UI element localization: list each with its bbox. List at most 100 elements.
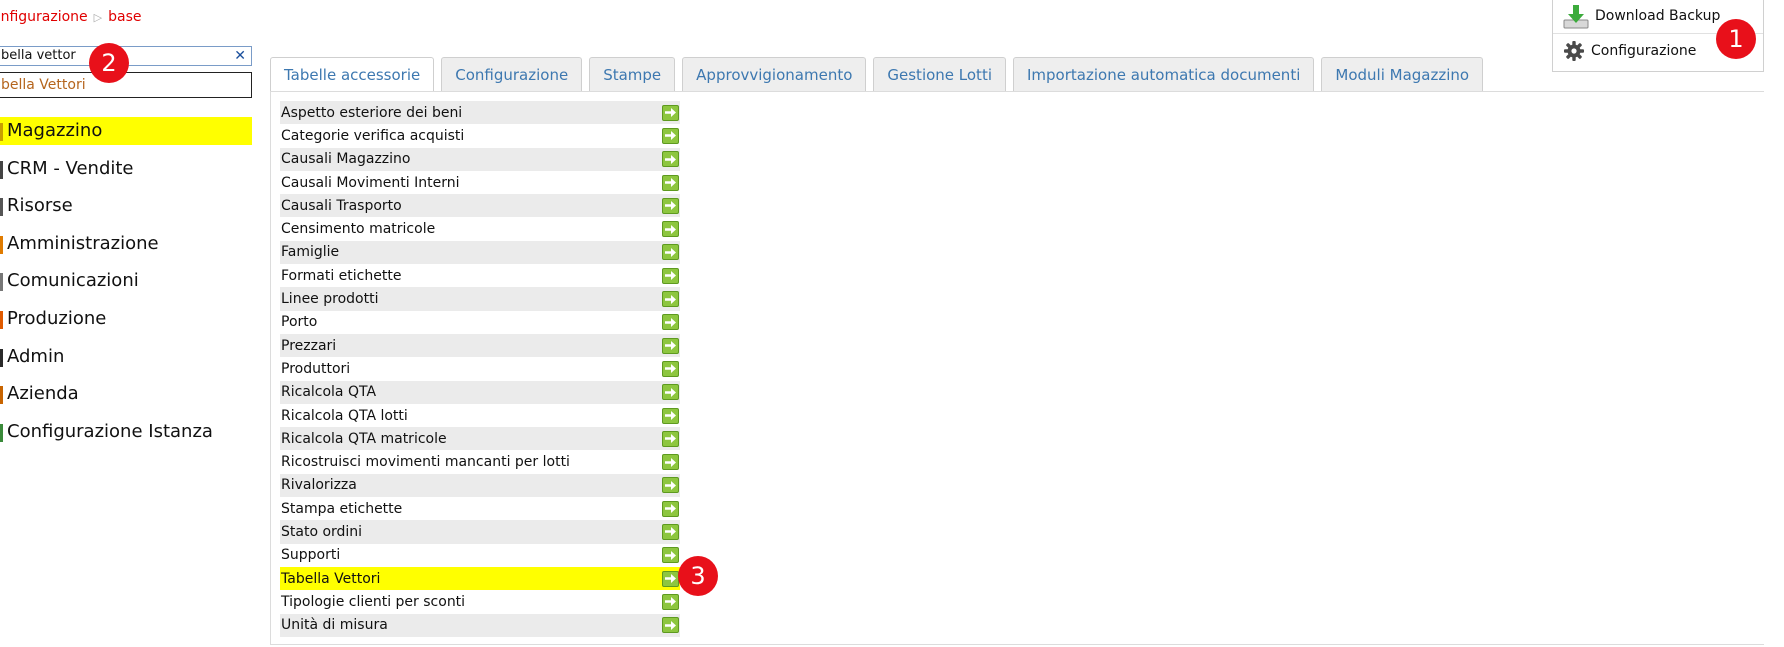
open-arrow-icon[interactable] — [662, 267, 679, 284]
table-row: Censimento matricole — [280, 217, 680, 240]
sidebar: Magazzino CRM - Vendite Risorse Amminist… — [0, 117, 252, 455]
open-arrow-icon[interactable] — [662, 384, 679, 401]
sidebar-item-comunicazioni[interactable]: Comunicazioni — [0, 267, 252, 295]
table-row: Rivalorizza — [280, 473, 680, 498]
table-row: Ricostruisci movimenti mancanti per lott… — [280, 450, 680, 473]
open-arrow-icon[interactable] — [662, 430, 679, 447]
open-arrow-icon[interactable] — [662, 454, 679, 471]
step-badge-1: 1 — [1716, 19, 1756, 59]
table-row: Stato ordini — [280, 520, 680, 544]
tab-configurazione[interactable]: Configurazione — [441, 57, 583, 91]
sidebar-marker — [0, 160, 3, 179]
tab-stampe[interactable]: Stampe — [589, 57, 676, 91]
search-suggestion[interactable]: bella Vettori — [0, 72, 252, 98]
open-arrow-icon[interactable] — [662, 547, 679, 564]
open-arrow-icon[interactable] — [662, 407, 679, 424]
row-label: Causali Movimenti Interni — [281, 174, 460, 191]
table-row: Aspetto esteriore dei beni — [280, 101, 680, 125]
sidebar-marker — [0, 235, 3, 254]
sidebar-marker — [0, 123, 3, 141]
open-arrow-icon[interactable] — [662, 337, 679, 354]
table-list: Aspetto esteriore dei beni Categorie veri… — [280, 101, 680, 637]
table-row: Causali Magazzino — [280, 147, 680, 171]
row-label: Aspetto esteriore dei beni — [281, 104, 463, 121]
download-icon — [1563, 4, 1589, 28]
search-suggestion-label: bella Vettori — [1, 77, 86, 93]
breadcrumb: onfigurazione ▷ base — [0, 9, 142, 25]
table-row: Produttori — [280, 357, 680, 380]
sidebar-marker — [0, 310, 3, 329]
open-arrow-icon[interactable] — [662, 314, 679, 331]
table-row: Unità di misura — [280, 613, 680, 637]
breadcrumb-separator-icon: ▷ — [93, 10, 103, 24]
table-row: Tabella Vettori — [280, 566, 680, 591]
row-label: Tabella Vettori — [281, 570, 381, 587]
open-arrow-icon[interactable] — [662, 197, 679, 214]
sidebar-item-label: Risorse — [7, 195, 73, 217]
row-label: Produttori — [281, 360, 351, 377]
open-arrow-icon[interactable] — [662, 151, 679, 168]
table-row: Ricalcola QTA matricole — [280, 427, 680, 451]
open-arrow-icon[interactable] — [662, 291, 679, 308]
step-badge-3: 3 — [678, 556, 718, 596]
breadcrumb-current[interactable]: base — [108, 9, 141, 25]
sidebar-item-label: Comunicazioni — [7, 270, 139, 292]
sidebar-item-amministrazione[interactable]: Amministrazione — [0, 230, 252, 258]
tab-tabelle-accessorie[interactable]: Tabelle accessorie — [270, 57, 435, 92]
sidebar-item-label: Magazzino — [7, 120, 103, 141]
row-label: Censimento matricole — [281, 221, 436, 238]
open-arrow-icon[interactable] — [662, 570, 679, 587]
menu-search-value: bella vettor — [1, 48, 76, 63]
table-row: Porto — [280, 311, 680, 334]
table-row: Ricalcola QTA lotti — [280, 404, 680, 427]
table-row: Ricalcola QTA — [280, 380, 680, 404]
configurazione-label: Configurazione — [1591, 43, 1697, 59]
tab-gestione-lotti[interactable]: Gestione Lotti — [873, 57, 1006, 91]
row-label: Ricalcola QTA matricole — [281, 430, 447, 447]
sidebar-marker — [0, 198, 3, 217]
table-row: Formati etichette — [280, 264, 680, 287]
breadcrumb-parent[interactable]: onfigurazione — [0, 9, 88, 25]
table-row: Causali Trasporto — [280, 194, 680, 218]
gear-icon — [1564, 41, 1584, 61]
tab-bar: Tabelle accessorie Configurazione Stampe… — [270, 57, 1484, 92]
open-arrow-icon[interactable] — [662, 477, 679, 494]
sidebar-item-admin[interactable]: Admin — [0, 343, 252, 371]
row-label: Formati etichette — [281, 267, 402, 284]
open-arrow-icon[interactable] — [662, 127, 679, 144]
row-label: Prezzari — [281, 337, 337, 354]
tab-approvvigionamento[interactable]: Approvvigionamento — [682, 57, 867, 91]
sidebar-item-label: CRM - Vendite — [7, 157, 134, 179]
open-arrow-icon[interactable] — [662, 244, 679, 261]
open-arrow-icon[interactable] — [662, 617, 679, 634]
open-arrow-icon[interactable] — [662, 221, 679, 238]
open-arrow-icon[interactable] — [662, 500, 679, 517]
sidebar-item-produzione[interactable]: Produzione — [0, 305, 252, 333]
row-label: Linee prodotti — [281, 291, 379, 308]
open-arrow-icon[interactable] — [662, 104, 679, 121]
open-arrow-icon[interactable] — [662, 523, 679, 540]
row-label: Causali Trasporto — [281, 197, 402, 214]
clear-search-icon[interactable]: ✕ — [234, 47, 246, 65]
sidebar-item-label: Produzione — [7, 307, 107, 329]
open-arrow-icon[interactable] — [662, 174, 679, 191]
sidebar-item-label: Amministrazione — [7, 232, 159, 254]
sidebar-item-crm-vendite[interactable]: CRM - Vendite — [0, 155, 252, 183]
table-row: Stampa etichette — [280, 497, 680, 520]
row-label: Ricalcola QTA lotti — [281, 407, 408, 424]
tab-importazione-automatica-documenti[interactable]: Importazione automatica documenti — [1013, 57, 1315, 91]
sidebar-item-risorse[interactable]: Risorse — [0, 192, 252, 220]
open-arrow-icon[interactable] — [662, 593, 679, 610]
sidebar-item-azienda[interactable]: Azienda — [0, 380, 252, 408]
open-arrow-icon[interactable] — [662, 360, 679, 377]
table-row: Categorie verifica acquisti — [280, 124, 680, 147]
row-label: Ricostruisci movimenti mancanti per lott… — [281, 454, 570, 471]
sidebar-marker — [0, 386, 3, 405]
sidebar-item-magazzino[interactable]: Magazzino — [0, 117, 252, 145]
table-row: Tipologie clienti per sconti — [280, 590, 680, 613]
table-row: Prezzari — [280, 333, 680, 358]
tab-moduli-magazzino[interactable]: Moduli Magazzino — [1321, 57, 1484, 91]
table-row: Supporti — [280, 544, 680, 567]
sidebar-item-configurazione-istanza[interactable]: Configurazione Istanza — [0, 418, 252, 446]
row-label: Stato ordini — [281, 523, 363, 540]
